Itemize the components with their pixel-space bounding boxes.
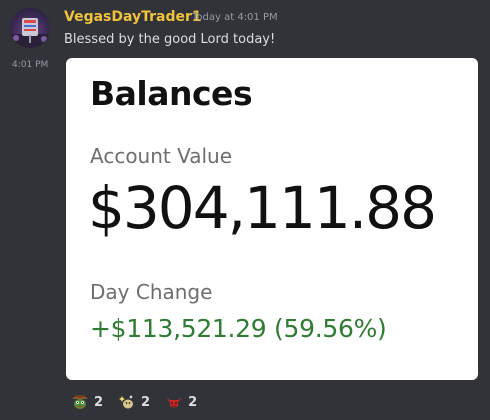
side-timestamp: 4:01 PM <box>12 60 49 70</box>
message-text: Blessed by the good Lord today! <box>64 32 276 47</box>
avatar[interactable] <box>10 8 50 48</box>
reaction-bar: 2 2 2 <box>72 392 213 412</box>
frog-cowboy-emoji-icon <box>72 394 88 410</box>
day-change-value: +$113,521.29 (59.56%) <box>90 314 387 343</box>
reaction-count: 2 <box>141 394 151 410</box>
balances-title: Balances <box>90 74 253 113</box>
reaction-frog[interactable]: 2 <box>72 394 103 410</box>
reaction-sparkle-doge[interactable]: 2 <box>119 394 150 410</box>
sparkle-doge-emoji-icon <box>119 394 135 410</box>
reaction-count: 2 <box>94 394 104 410</box>
red-bull-emoji-icon <box>166 394 182 410</box>
balances-image-attachment[interactable]: Balances Account Value $304,111.88 Day C… <box>66 58 478 380</box>
message-timestamp: Today at 4:01 PM <box>192 12 278 23</box>
day-change-label: Day Change <box>90 280 213 304</box>
message-author[interactable]: VegasDayTrader1 <box>64 9 202 25</box>
account-value-label: Account Value <box>90 144 233 168</box>
account-value: $304,111.88 <box>88 174 437 242</box>
vegas-sign-avatar-icon <box>10 18 50 48</box>
reaction-count: 2 <box>188 394 198 410</box>
reaction-red-bull[interactable]: 2 <box>166 394 197 410</box>
